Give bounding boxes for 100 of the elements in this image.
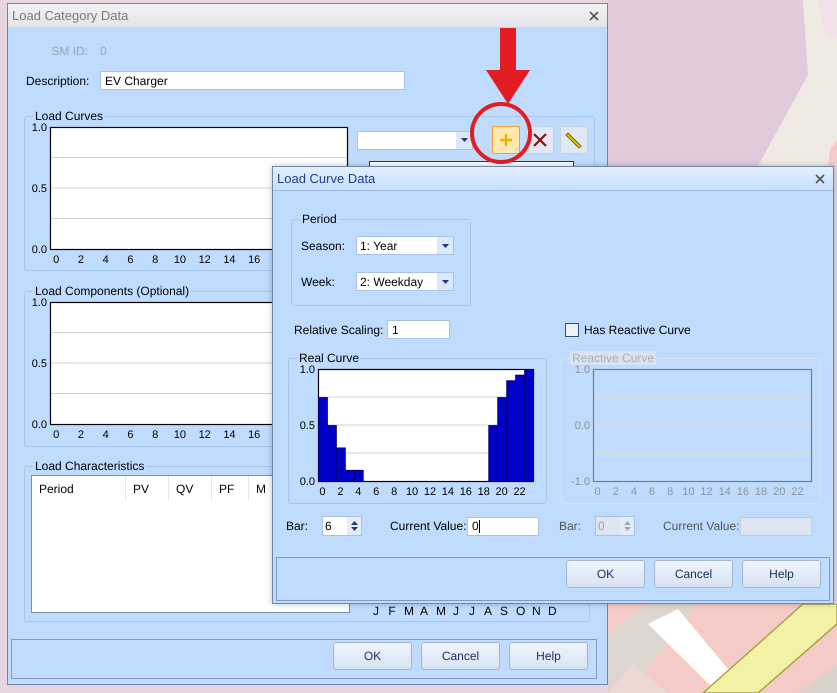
- axis-label: 18: [754, 486, 768, 498]
- month-label: J: [468, 604, 476, 618]
- axis-label: 2: [337, 486, 344, 498]
- dialog-button[interactable]: Cancel: [654, 560, 733, 588]
- checkbox[interactable]: [565, 322, 579, 336]
- dropdown-arrow-icon: [442, 244, 448, 248]
- axis-label: 0.0: [32, 244, 47, 256]
- field-value: 0: [100, 44, 107, 58]
- axis-label: 4: [102, 429, 109, 441]
- axis-label: 8: [152, 254, 158, 266]
- dropdown-arrow-icon: [460, 138, 468, 142]
- column-header[interactable]: PV: [126, 476, 169, 501]
- dialog-button[interactable]: Help: [742, 560, 821, 588]
- field-label: Season:: [301, 238, 346, 252]
- axis-label: 14: [223, 254, 236, 266]
- window-title: Load Curve Data: [277, 171, 376, 186]
- axis-label: 16: [736, 486, 749, 498]
- value-field[interactable]: 0: [467, 516, 539, 536]
- axis-label: 12: [424, 486, 436, 498]
- column-header[interactable]: PF: [212, 476, 249, 501]
- curve-dropdown[interactable]: [357, 130, 473, 150]
- scaling-field[interactable]: 1: [387, 320, 450, 339]
- month-label: S: [500, 604, 508, 618]
- group-title: Real Curve: [298, 351, 360, 365]
- toolbar-button[interactable]: [560, 126, 588, 154]
- axis-label: 8: [667, 486, 674, 498]
- axis-label: 2: [78, 429, 84, 441]
- field-label: Bar:: [559, 519, 582, 533]
- field-label: Relative Scaling:: [294, 322, 384, 336]
- dialog-button[interactable]: OK: [333, 642, 412, 670]
- axis-label: 22: [791, 486, 804, 498]
- bar: [354, 470, 364, 482]
- axis-label: 8: [391, 486, 398, 498]
- axis-label: 1.0: [574, 364, 590, 376]
- pencil-icon: [565, 131, 583, 149]
- number-spinner: 0: [595, 516, 635, 536]
- axis-label: -1.0: [571, 476, 590, 488]
- close-icon: [532, 132, 548, 148]
- axis-label: 0.5: [32, 183, 47, 195]
- field-label: Bar:: [286, 519, 310, 533]
- axis-label: 6: [373, 486, 380, 498]
- axis-label: 0.0: [574, 420, 590, 432]
- checkbox-label: Has Reactive Curve: [584, 322, 691, 336]
- month-label: N: [532, 604, 540, 618]
- axis-label: 16: [460, 486, 472, 498]
- axis-label: 14: [223, 429, 236, 441]
- axis-label: 20: [773, 486, 786, 498]
- axis-label: 1.0: [32, 122, 47, 134]
- column-header[interactable]: Period: [32, 476, 126, 501]
- axis-label: 0.0: [300, 476, 315, 488]
- field-label: Current Value:: [663, 519, 740, 533]
- axis-label: 0: [319, 486, 326, 498]
- axis-label: 0: [53, 254, 60, 266]
- axis-label: 16: [248, 429, 260, 441]
- axis-label: 18: [478, 486, 490, 498]
- month-label: A: [420, 604, 428, 618]
- dialog-button[interactable]: Help: [509, 642, 588, 670]
- dialog-button[interactable]: Cancel: [421, 642, 500, 670]
- number-spinner[interactable]: 6: [322, 516, 362, 536]
- month-label: J: [452, 604, 460, 618]
- group-title: Load Components (Optional): [34, 284, 190, 298]
- axis-label: 4: [355, 486, 362, 498]
- axis-label: 0.5: [300, 420, 315, 432]
- group-title: Load Curves: [34, 109, 104, 123]
- axis-label: 12: [198, 254, 211, 266]
- close-icon[interactable]: [589, 10, 599, 20]
- dropdown-arrow-icon: [442, 280, 448, 284]
- axis-label: 14: [718, 486, 731, 498]
- axis-label: 0: [53, 429, 60, 441]
- description-field[interactable]: EV Charger: [100, 71, 405, 90]
- axis-label: 4: [102, 254, 109, 266]
- month-label: D: [548, 604, 556, 618]
- plus-icon: [499, 133, 513, 147]
- axis-label: 6: [127, 429, 134, 441]
- axis-label: 12: [700, 486, 713, 498]
- axis-label: 1.0: [32, 297, 47, 309]
- axis-label: 10: [406, 486, 418, 498]
- axis-label: 14: [442, 486, 454, 498]
- month-label: M: [436, 604, 444, 618]
- axis-label: 2: [78, 254, 84, 266]
- axis-label: 6: [127, 254, 134, 266]
- field-label: Current Value:: [390, 519, 467, 533]
- axis-label: 1.0: [300, 364, 315, 376]
- dropdown[interactable]: 2: Weekday: [356, 272, 454, 291]
- axis-label: 12: [198, 429, 211, 441]
- axis-label: 10: [174, 429, 186, 441]
- dialog-button[interactable]: OK: [566, 560, 645, 588]
- window-title: Load Category Data: [12, 8, 128, 23]
- axis-label: 10: [174, 254, 186, 266]
- dropdown[interactable]: 1: Year: [356, 236, 454, 255]
- axis-label: 6: [648, 486, 656, 498]
- field-label: Week:: [301, 274, 336, 288]
- axis-label: 0.5: [32, 358, 47, 370]
- close-icon[interactable]: [815, 174, 825, 184]
- group-title: Load Characteristics: [34, 459, 146, 473]
- month-label: A: [484, 604, 492, 618]
- month-label: M: [404, 604, 412, 618]
- axis-label: 8: [152, 429, 158, 441]
- spin-arrows-icon[interactable]: [350, 520, 358, 532]
- column-header[interactable]: QV: [169, 476, 212, 501]
